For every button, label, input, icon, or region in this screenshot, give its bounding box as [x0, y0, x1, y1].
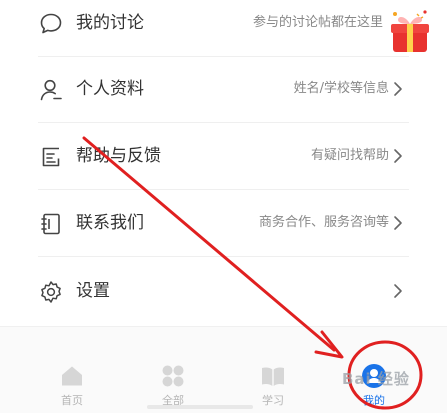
menu-item-hint: 姓名/学校等信息 [293, 81, 389, 96]
menu-item-hint: 有疑问找帮助 [310, 148, 389, 163]
divider [38, 56, 409, 57]
menu-item-label: 设置 [76, 281, 110, 301]
chat-bubble-icon [38, 11, 64, 37]
contact-book-icon [38, 211, 64, 237]
gift-box-icon[interactable] [387, 8, 433, 56]
tab-home[interactable]: 首页 [32, 327, 112, 413]
menu-item-label: 个人资料 [76, 79, 144, 99]
divider [38, 189, 409, 190]
chevron-right-icon [391, 283, 405, 299]
tab-all[interactable]: 全部 [133, 327, 213, 413]
watermark: Bai 经验 [342, 370, 410, 388]
gear-icon [38, 279, 64, 305]
menu-item-label: 联系我们 [76, 213, 144, 233]
chevron-right-icon [391, 215, 405, 231]
feedback-icon [38, 144, 64, 170]
menu-item-hint: 商务合作、服务咨询等 [258, 215, 389, 230]
menu-item-label: 我的讨论 [76, 13, 144, 33]
home-icon [59, 363, 85, 389]
menu-item-settings[interactable]: 设置 [0, 268, 447, 334]
tab-label: 我的 [363, 394, 385, 407]
divider [38, 122, 409, 123]
grid-icon [160, 363, 186, 389]
person-icon [38, 77, 64, 103]
chevron-right-icon [391, 148, 405, 164]
book-icon [260, 363, 286, 389]
home-indicator [147, 405, 253, 409]
divider [38, 256, 409, 257]
menu-item-hint: 参与的讨论帖都在这里 [252, 15, 383, 30]
menu-item-label: 帮助与反馈 [76, 146, 161, 166]
chevron-right-icon [391, 81, 405, 97]
tab-study[interactable]: 学习 [233, 327, 313, 413]
tab-label: 首页 [61, 394, 83, 407]
